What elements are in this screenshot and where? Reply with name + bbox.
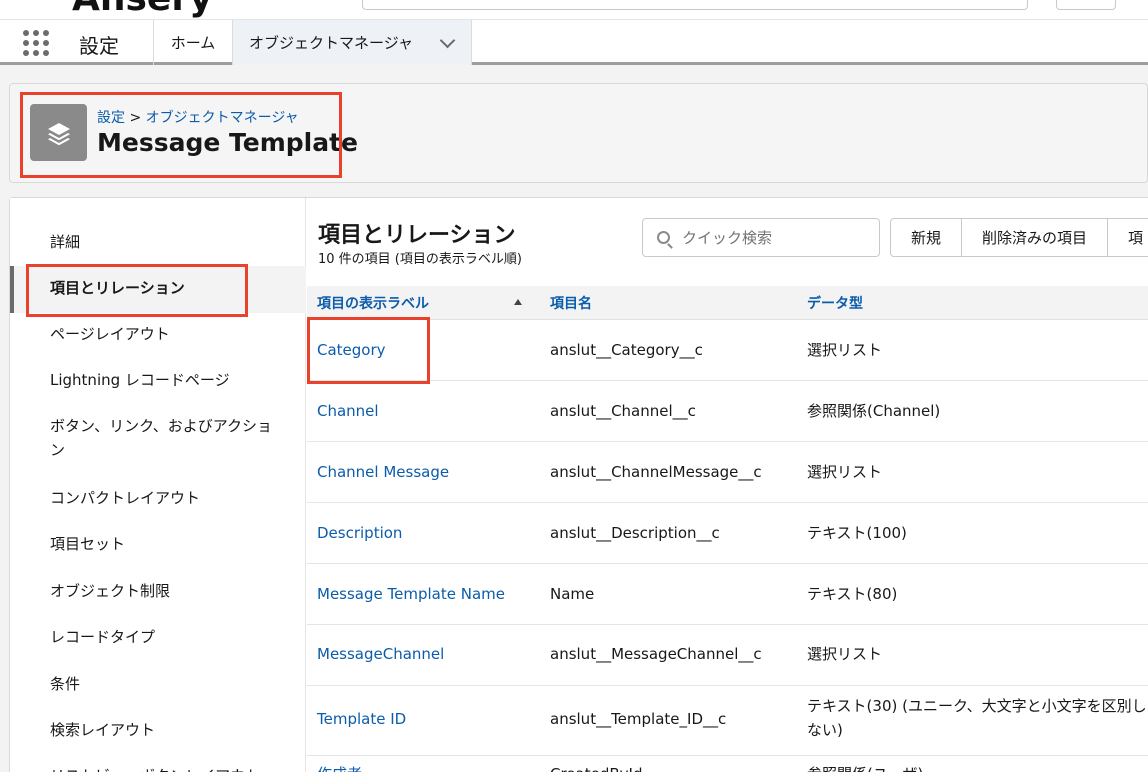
sidebar-item-record-types[interactable]: レコードタイプ [50, 625, 290, 649]
sidebar-item-search-layouts[interactable]: 検索レイアウト [50, 718, 290, 742]
field-data-type: テキスト(80) [807, 585, 898, 603]
field-label-link[interactable]: 作成者 [317, 762, 362, 772]
section-title: 項目とリレーション [318, 223, 516, 248]
deleted-fields-button[interactable]: 削除済みの項目 [962, 219, 1109, 256]
tab-object-manager[interactable]: オブジェクトマネージャ [232, 20, 472, 65]
sidebar-item-conditions[interactable]: 条件 [50, 672, 290, 696]
search-icon [657, 231, 670, 244]
field-api-name: anslut__Category__c [550, 341, 703, 359]
field-data-type: テキスト(30) (ユニーク、大文字と小文字を区別しない) [807, 697, 1147, 739]
sidebar-item-buttons-links-actions[interactable]: ボタン、リンク、およびアクション [50, 414, 282, 462]
annotation-highlight-header [20, 92, 342, 178]
action-button-group: 新規 削除済みの項目 項 [890, 218, 1148, 257]
sidebar-item-object-limits[interactable]: オブジェクト制限 [50, 579, 290, 603]
field-dependencies-button[interactable]: 項 [1108, 219, 1148, 256]
table-row: Channel Message anslut__ChannelMessage__… [307, 442, 1148, 503]
tab-home[interactable]: ホーム [153, 20, 232, 65]
sidebar-item-list-view-button-layout[interactable]: リストビューボタンレイアウト [50, 764, 290, 772]
sidebar-item-compact-layouts[interactable]: コンパクトレイアウト [50, 486, 290, 510]
tab-object-manager-label: オブジェクトマネージャ [249, 34, 413, 52]
field-label-link[interactable]: Channel Message [317, 460, 449, 484]
app-name: 設定 [79, 34, 119, 58]
sidebar-item-lightning-record-pages[interactable]: Lightning レコードページ [50, 368, 290, 392]
header-actions[interactable] [1056, 0, 1116, 10]
field-api-name: anslut__ChannelMessage__c [550, 463, 762, 481]
field-data-type: 参照関係(Channel) [807, 402, 941, 420]
table-row: Template ID anslut__Template_ID__c テキスト(… [307, 686, 1148, 756]
table-row: Message Template Name Name テキスト(80) [307, 564, 1148, 625]
table-row: MessageChannel anslut__MessageChannel__c… [307, 625, 1148, 686]
table-row: Description anslut__Description__c テキスト(… [307, 503, 1148, 564]
annotation-highlight-sidebar [26, 264, 248, 317]
section-subtitle: 10 件の項目 (項目の表示ラベル順) [318, 252, 522, 267]
field-api-name: CreatedById [550, 762, 642, 772]
field-label-link[interactable]: Message Template Name [317, 582, 505, 606]
field-label-link[interactable]: MessageChannel [317, 642, 444, 666]
new-button[interactable]: 新規 [891, 219, 963, 256]
field-data-type: テキスト(100) [807, 524, 907, 542]
table-row: Category anslut__Category__c 選択リスト [307, 320, 1148, 381]
sidebar-item-field-sets[interactable]: 項目セット [50, 532, 290, 556]
field-label-link[interactable]: Template ID [317, 707, 406, 731]
field-data-type: 参照関係(ユーザ) [807, 762, 1147, 772]
annotation-highlight-category [307, 317, 430, 384]
quick-search-placeholder: クイック検索 [682, 229, 773, 247]
global-search-input[interactable] [362, 0, 1028, 10]
org-logo: Ansery [72, 0, 213, 19]
global-header: Ansery [0, 0, 1148, 20]
quick-search-input[interactable]: クイック検索 [642, 218, 880, 257]
field-data-type: 選択リスト [807, 341, 883, 359]
field-data-type: 選択リスト [807, 645, 883, 663]
table-row: Channel anslut__Channel__c 参照関係(Channel) [307, 381, 1148, 442]
tab-home-label: ホーム [170, 34, 216, 52]
column-header-field-label[interactable]: 項目の表示ラベル [317, 293, 429, 313]
sidebar-item-page-layouts[interactable]: ページレイアウト [50, 322, 290, 346]
column-header-field-name[interactable]: 項目名 [550, 293, 592, 313]
chevron-down-icon[interactable] [439, 32, 456, 49]
app-launcher-icon[interactable] [22, 29, 50, 57]
field-api-name: anslut__MessageChannel__c [550, 645, 762, 663]
field-api-name: Name [550, 585, 595, 603]
field-api-name: anslut__Description__c [550, 524, 720, 542]
field-api-name: anslut__Channel__c [550, 402, 696, 420]
field-label-link[interactable]: Channel [317, 399, 379, 423]
table-header: 項目の表示ラベル 項目名 データ型 [307, 286, 1148, 320]
field-label-link[interactable]: Description [317, 521, 402, 545]
field-api-name: anslut__Template_ID__c [550, 710, 727, 728]
column-header-data-type[interactable]: データ型 [807, 293, 863, 313]
field-data-type: 選択リスト [807, 463, 883, 481]
navigation-bar: 設定 ホーム オブジェクトマネージャ [0, 20, 1148, 65]
sidebar-item-details[interactable]: 詳細 [50, 230, 290, 254]
sort-ascending-icon[interactable] [514, 299, 522, 305]
table-row: 作成者 CreatedById 参照関係(ユーザ) [307, 756, 1148, 772]
